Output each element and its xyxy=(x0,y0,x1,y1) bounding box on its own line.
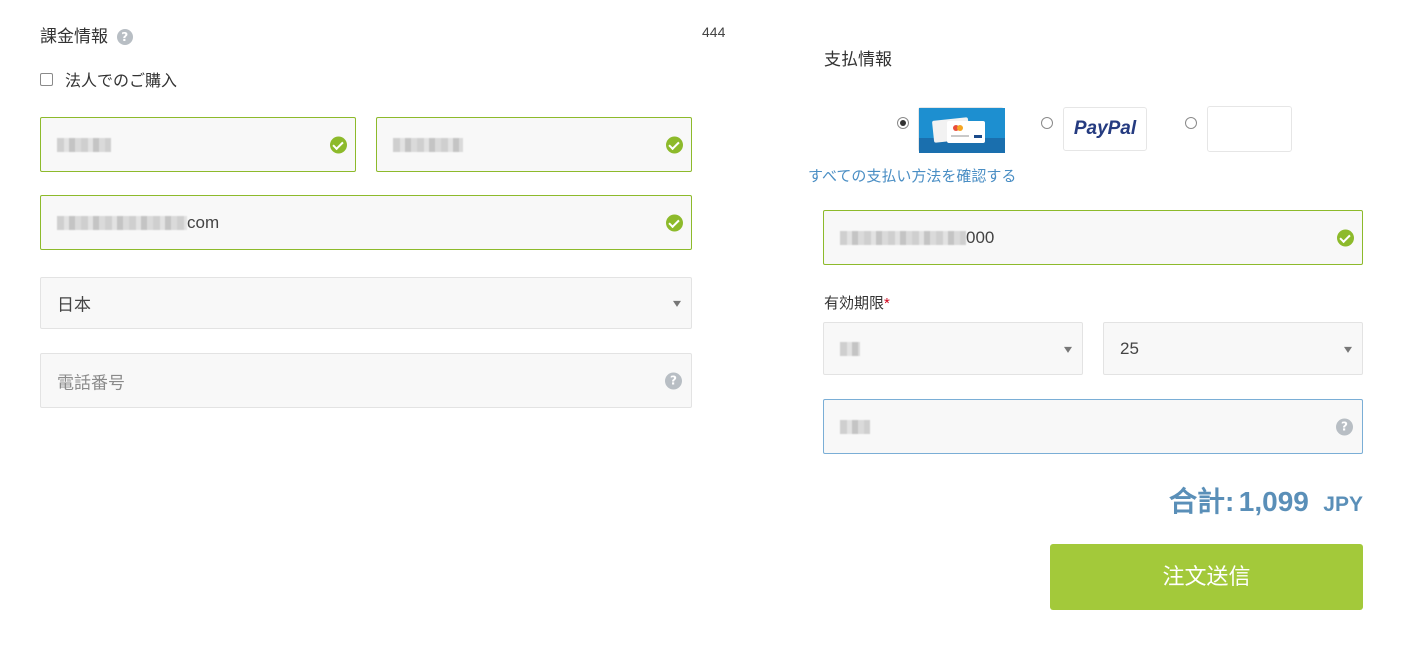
chevron-down-icon xyxy=(1344,346,1352,353)
total-currency: JPY xyxy=(1323,493,1363,516)
phone-placeholder: 電話番号 xyxy=(57,373,125,392)
expiry-month-value xyxy=(840,339,860,359)
redacted-text xyxy=(57,216,187,231)
submit-order-button[interactable]: 注文送信 xyxy=(1050,544,1363,610)
expiry-month-select[interactable] xyxy=(823,322,1083,375)
email-field[interactable]: com xyxy=(40,195,692,250)
redacted-text xyxy=(393,138,463,153)
payment-method-card-radio[interactable] xyxy=(897,117,909,129)
corporate-purchase-label: 法人でのご購入 xyxy=(65,73,178,90)
cvv-value xyxy=(840,417,870,437)
billing-counter: 444 xyxy=(702,24,726,40)
payment-title: 支払情報 xyxy=(824,50,892,69)
payment-method-paypal-radio[interactable] xyxy=(1041,117,1053,129)
paypal-logo: PayPal xyxy=(1073,118,1137,139)
total-label: 合計: xyxy=(1168,486,1235,517)
cvv-field[interactable]: ? xyxy=(823,399,1363,454)
corporate-purchase-checkbox[interactable] xyxy=(40,72,53,86)
question-circle-icon[interactable]: ? xyxy=(1336,418,1353,435)
email-value: com xyxy=(57,213,219,233)
redacted-text xyxy=(840,342,860,357)
card-number-field[interactable]: 000 xyxy=(823,210,1363,265)
question-circle-icon[interactable]: ? xyxy=(116,29,133,45)
corporate-purchase-row[interactable]: 法人でのご購入 xyxy=(40,67,177,91)
check-circle-icon xyxy=(666,214,683,231)
redacted-text xyxy=(840,231,966,246)
last-name-value xyxy=(393,135,463,155)
last-name-field[interactable] xyxy=(376,117,692,172)
other-payment-option[interactable] xyxy=(1207,106,1292,152)
total-amount: 1,099 xyxy=(1238,486,1309,517)
required-mark: * xyxy=(884,295,890,312)
expiry-year-value: 25 xyxy=(1120,338,1139,358)
country-value: 日本 xyxy=(57,295,91,315)
check-circle-icon xyxy=(666,136,683,153)
all-payment-methods-link[interactable]: すべての支払い方法を確認する xyxy=(808,165,1016,186)
billing-title-text: 課金情報 xyxy=(40,27,108,46)
order-total: 合計: 1,099 JPY xyxy=(1169,480,1363,520)
credit-card-option[interactable] xyxy=(918,107,1005,153)
checkout-page: 課金情報 ? 444 法人でのご購入 com 日本 電話番号 ? 支払情報 Pa… xyxy=(0,0,1409,648)
expiry-year-select[interactable]: 25 xyxy=(1103,322,1363,375)
redacted-text xyxy=(840,420,870,435)
payment-method-other-radio[interactable] xyxy=(1185,117,1197,129)
chevron-down-icon xyxy=(673,300,681,307)
chevron-down-icon xyxy=(1064,346,1072,353)
first-name-field[interactable] xyxy=(40,117,356,172)
country-select[interactable]: 日本 xyxy=(40,277,692,329)
credit-card-icon xyxy=(919,108,1005,153)
check-circle-icon xyxy=(330,136,347,153)
card-number-value: 000 xyxy=(840,228,994,248)
question-circle-icon[interactable]: ? xyxy=(665,372,682,389)
expiry-label: 有効期限* xyxy=(824,295,890,312)
billing-title: 課金情報 ? xyxy=(40,22,133,47)
phone-field[interactable]: 電話番号 ? xyxy=(40,353,692,408)
check-circle-icon xyxy=(1337,229,1354,246)
first-name-value xyxy=(57,135,111,155)
paypal-option[interactable]: PayPal xyxy=(1063,107,1147,151)
redacted-text xyxy=(57,138,111,153)
